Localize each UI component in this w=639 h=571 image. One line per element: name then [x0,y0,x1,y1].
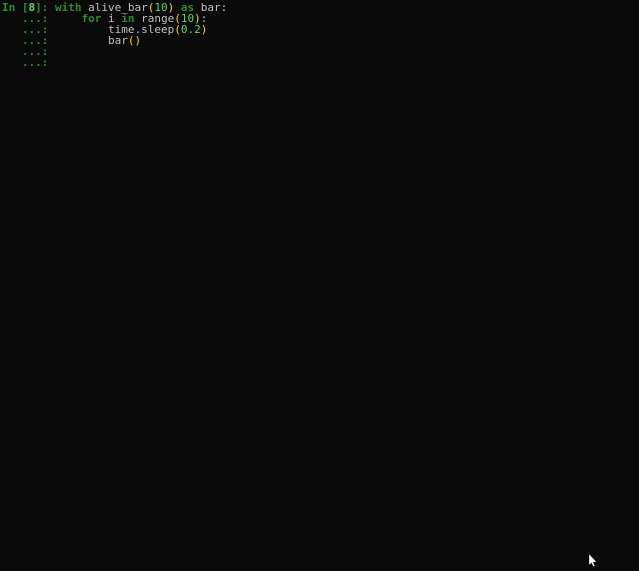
mouse-cursor-icon [589,554,599,568]
token-paren: ) [134,34,141,47]
code-line[interactable]: ...: [2,46,637,57]
prompt-continuation: ...: [2,56,55,69]
token-num: 0.2 [181,23,201,36]
token-paren: ( [174,23,181,36]
token-name: sleep [141,23,174,36]
token-name: bar [55,34,128,47]
code-line[interactable]: ...: [2,57,637,68]
code-line[interactable]: ...: bar() [2,35,637,46]
token-paren: ) [201,23,208,36]
token-colon: : [221,1,228,14]
code-input-area[interactable]: In [8]: with alive_bar(10) as bar: ...: … [2,2,637,68]
